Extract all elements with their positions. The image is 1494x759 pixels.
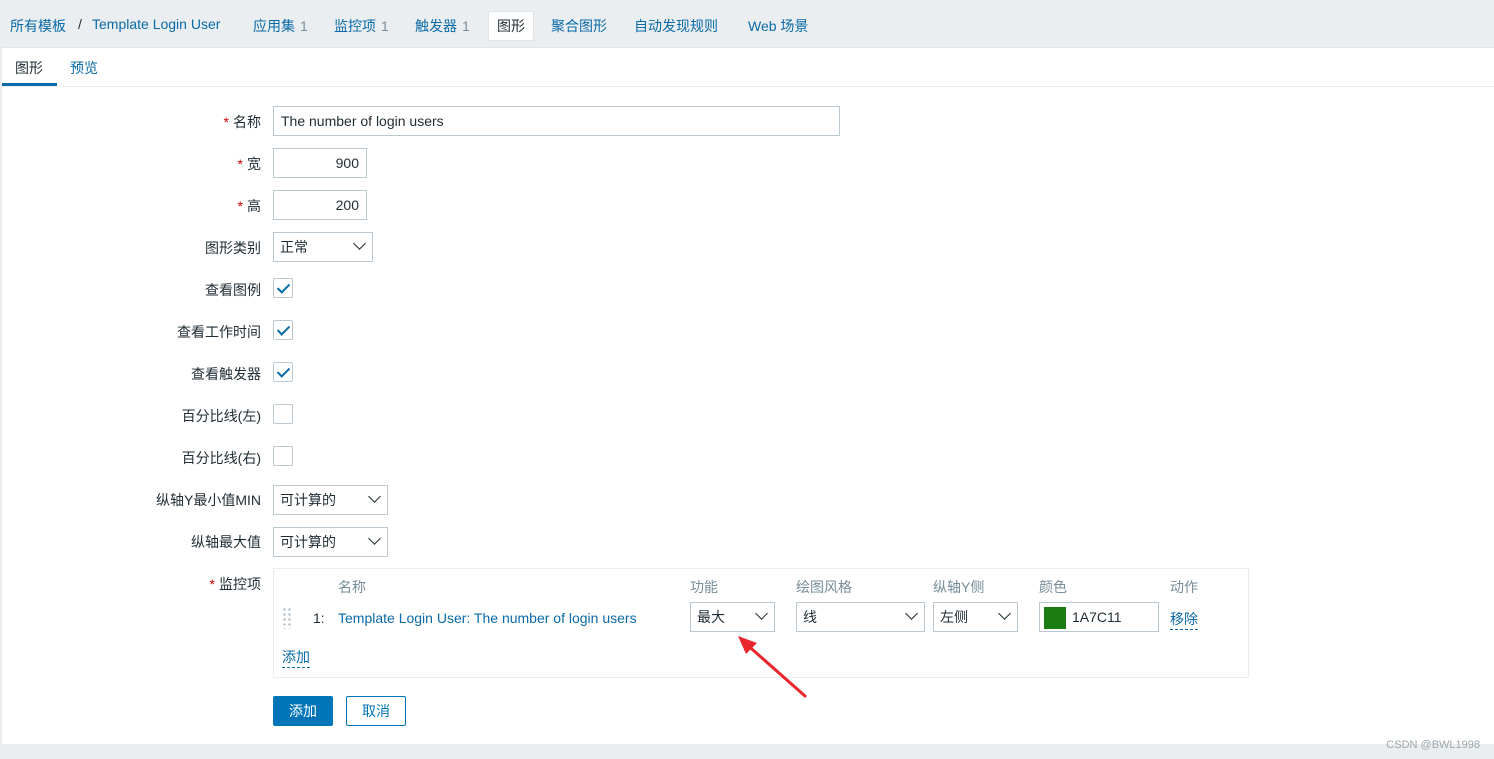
width-label: * 宽 xyxy=(238,154,261,174)
nav-items-count: 1 xyxy=(381,18,389,34)
required-mark: * xyxy=(237,156,243,172)
breadcrumb-template[interactable]: Template Login User xyxy=(92,16,220,32)
y-axis-side-value: 左侧 xyxy=(940,609,968,625)
required-mark: * xyxy=(209,576,215,592)
nav-web-scenarios[interactable]: Web 场景 xyxy=(748,16,808,36)
nav-discovery-rules[interactable]: 自动发现规则 xyxy=(634,16,718,36)
annotation-arrow-icon xyxy=(738,636,807,698)
graph-type-select[interactable]: 正常 xyxy=(273,232,373,262)
nav-applications-label: 应用集 xyxy=(253,18,295,34)
items-label-text: 监控项 xyxy=(219,576,261,592)
col-header-y-axis: 纵轴Y侧 xyxy=(933,579,985,595)
add-item-link[interactable]: 添加 xyxy=(282,647,310,668)
chevron-down-icon xyxy=(755,607,768,620)
nav-screens[interactable]: 聚合图形 xyxy=(551,16,607,36)
show-legend-label: 查看图例 xyxy=(205,282,261,298)
y-max-label: 纵轴最大值 xyxy=(191,534,261,550)
chevron-down-icon xyxy=(353,237,366,250)
percentile-left-label: 百分比线(左) xyxy=(181,408,261,424)
nav-triggers-label: 触发器 xyxy=(415,18,457,34)
nav-items-label: 监控项 xyxy=(334,18,376,34)
row-index: 1: xyxy=(313,610,325,626)
form-tabs: 图形 预览 xyxy=(2,48,1494,87)
chevron-down-icon xyxy=(368,532,381,545)
y-min-value: 可计算的 xyxy=(280,492,336,508)
graph-type-value: 正常 xyxy=(280,239,308,255)
color-swatch[interactable] xyxy=(1044,607,1066,629)
watermark: CSDN @BWL1998 xyxy=(1386,739,1480,751)
col-header-color: 颜色 xyxy=(1039,579,1067,595)
item-name-link[interactable]: Template Login User: The number of login… xyxy=(338,610,637,626)
nav-graphs[interactable]: 图形 xyxy=(488,11,534,41)
show-triggers-label: 查看触发器 xyxy=(191,366,261,382)
show-working-time-checkbox[interactable] xyxy=(273,320,293,340)
show-legend-checkbox[interactable] xyxy=(273,278,293,298)
tab-preview[interactable]: 预览 xyxy=(70,58,98,78)
drag-handle-icon[interactable] xyxy=(282,607,292,629)
show-working-time-label: 查看工作时间 xyxy=(177,324,261,340)
draw-style-value: 线 xyxy=(803,609,817,625)
graph-type-label: 图形类别 xyxy=(205,240,261,256)
color-value: 1A7C11 xyxy=(1072,609,1122,625)
chevron-down-icon xyxy=(368,490,381,503)
percentile-right-label: 百分比线(右) xyxy=(181,450,261,466)
chevron-down-icon xyxy=(998,607,1011,620)
header-nav: 所有模板 / Template Login User 应用集 1 监控项 1 触发器… xyxy=(0,0,1494,46)
nav-items[interactable]: 监控项 1 xyxy=(334,16,389,36)
active-tab-indicator xyxy=(2,83,57,86)
col-header-action: 动作 xyxy=(1170,579,1198,595)
function-value: 最大 xyxy=(697,609,725,625)
remove-link[interactable]: 移除 xyxy=(1170,609,1198,630)
col-header-draw-style: 绘图风格 xyxy=(796,579,852,595)
color-input[interactable]: 1A7C11 xyxy=(1039,602,1159,632)
col-header-function: 功能 xyxy=(690,579,718,595)
percentile-left-checkbox[interactable] xyxy=(273,404,293,424)
nav-triggers[interactable]: 触发器 1 xyxy=(415,16,470,36)
required-mark: * xyxy=(223,114,229,130)
show-triggers-checkbox[interactable] xyxy=(273,362,293,382)
col-header-name: 名称 xyxy=(338,579,366,595)
nav-triggers-count: 1 xyxy=(462,18,470,34)
name-label-text: 名称 xyxy=(233,114,261,130)
height-input[interactable] xyxy=(273,190,367,220)
name-label: * 名称 xyxy=(224,112,261,132)
function-select[interactable]: 最大 xyxy=(690,602,775,632)
width-input[interactable] xyxy=(273,148,367,178)
chevron-down-icon xyxy=(905,607,918,620)
width-label-text: 宽 xyxy=(247,156,261,172)
nav-applications-count: 1 xyxy=(300,18,308,34)
tab-graph[interactable]: 图形 xyxy=(15,58,43,78)
y-max-value: 可计算的 xyxy=(280,534,336,550)
y-axis-side-select[interactable]: 左侧 xyxy=(933,602,1018,632)
percentile-right-checkbox[interactable] xyxy=(273,446,293,466)
y-min-label: 纵轴Y最小值MIN xyxy=(156,492,261,508)
breadcrumb-separator: / xyxy=(78,16,82,32)
height-label-text: 高 xyxy=(247,198,261,214)
required-mark: * xyxy=(237,198,243,214)
name-input[interactable] xyxy=(273,106,840,136)
add-button[interactable]: 添加 xyxy=(273,696,333,726)
nav-applications[interactable]: 应用集 1 xyxy=(253,16,308,36)
draw-style-select[interactable]: 线 xyxy=(796,602,925,632)
y-min-select[interactable]: 可计算的 xyxy=(273,485,388,515)
y-max-select[interactable]: 可计算的 xyxy=(273,527,388,557)
cancel-button[interactable]: 取消 xyxy=(346,696,406,726)
height-label: * 高 xyxy=(238,196,261,216)
items-label: * 监控项 xyxy=(210,574,261,594)
breadcrumb-all-templates[interactable]: 所有模板 xyxy=(10,16,66,36)
